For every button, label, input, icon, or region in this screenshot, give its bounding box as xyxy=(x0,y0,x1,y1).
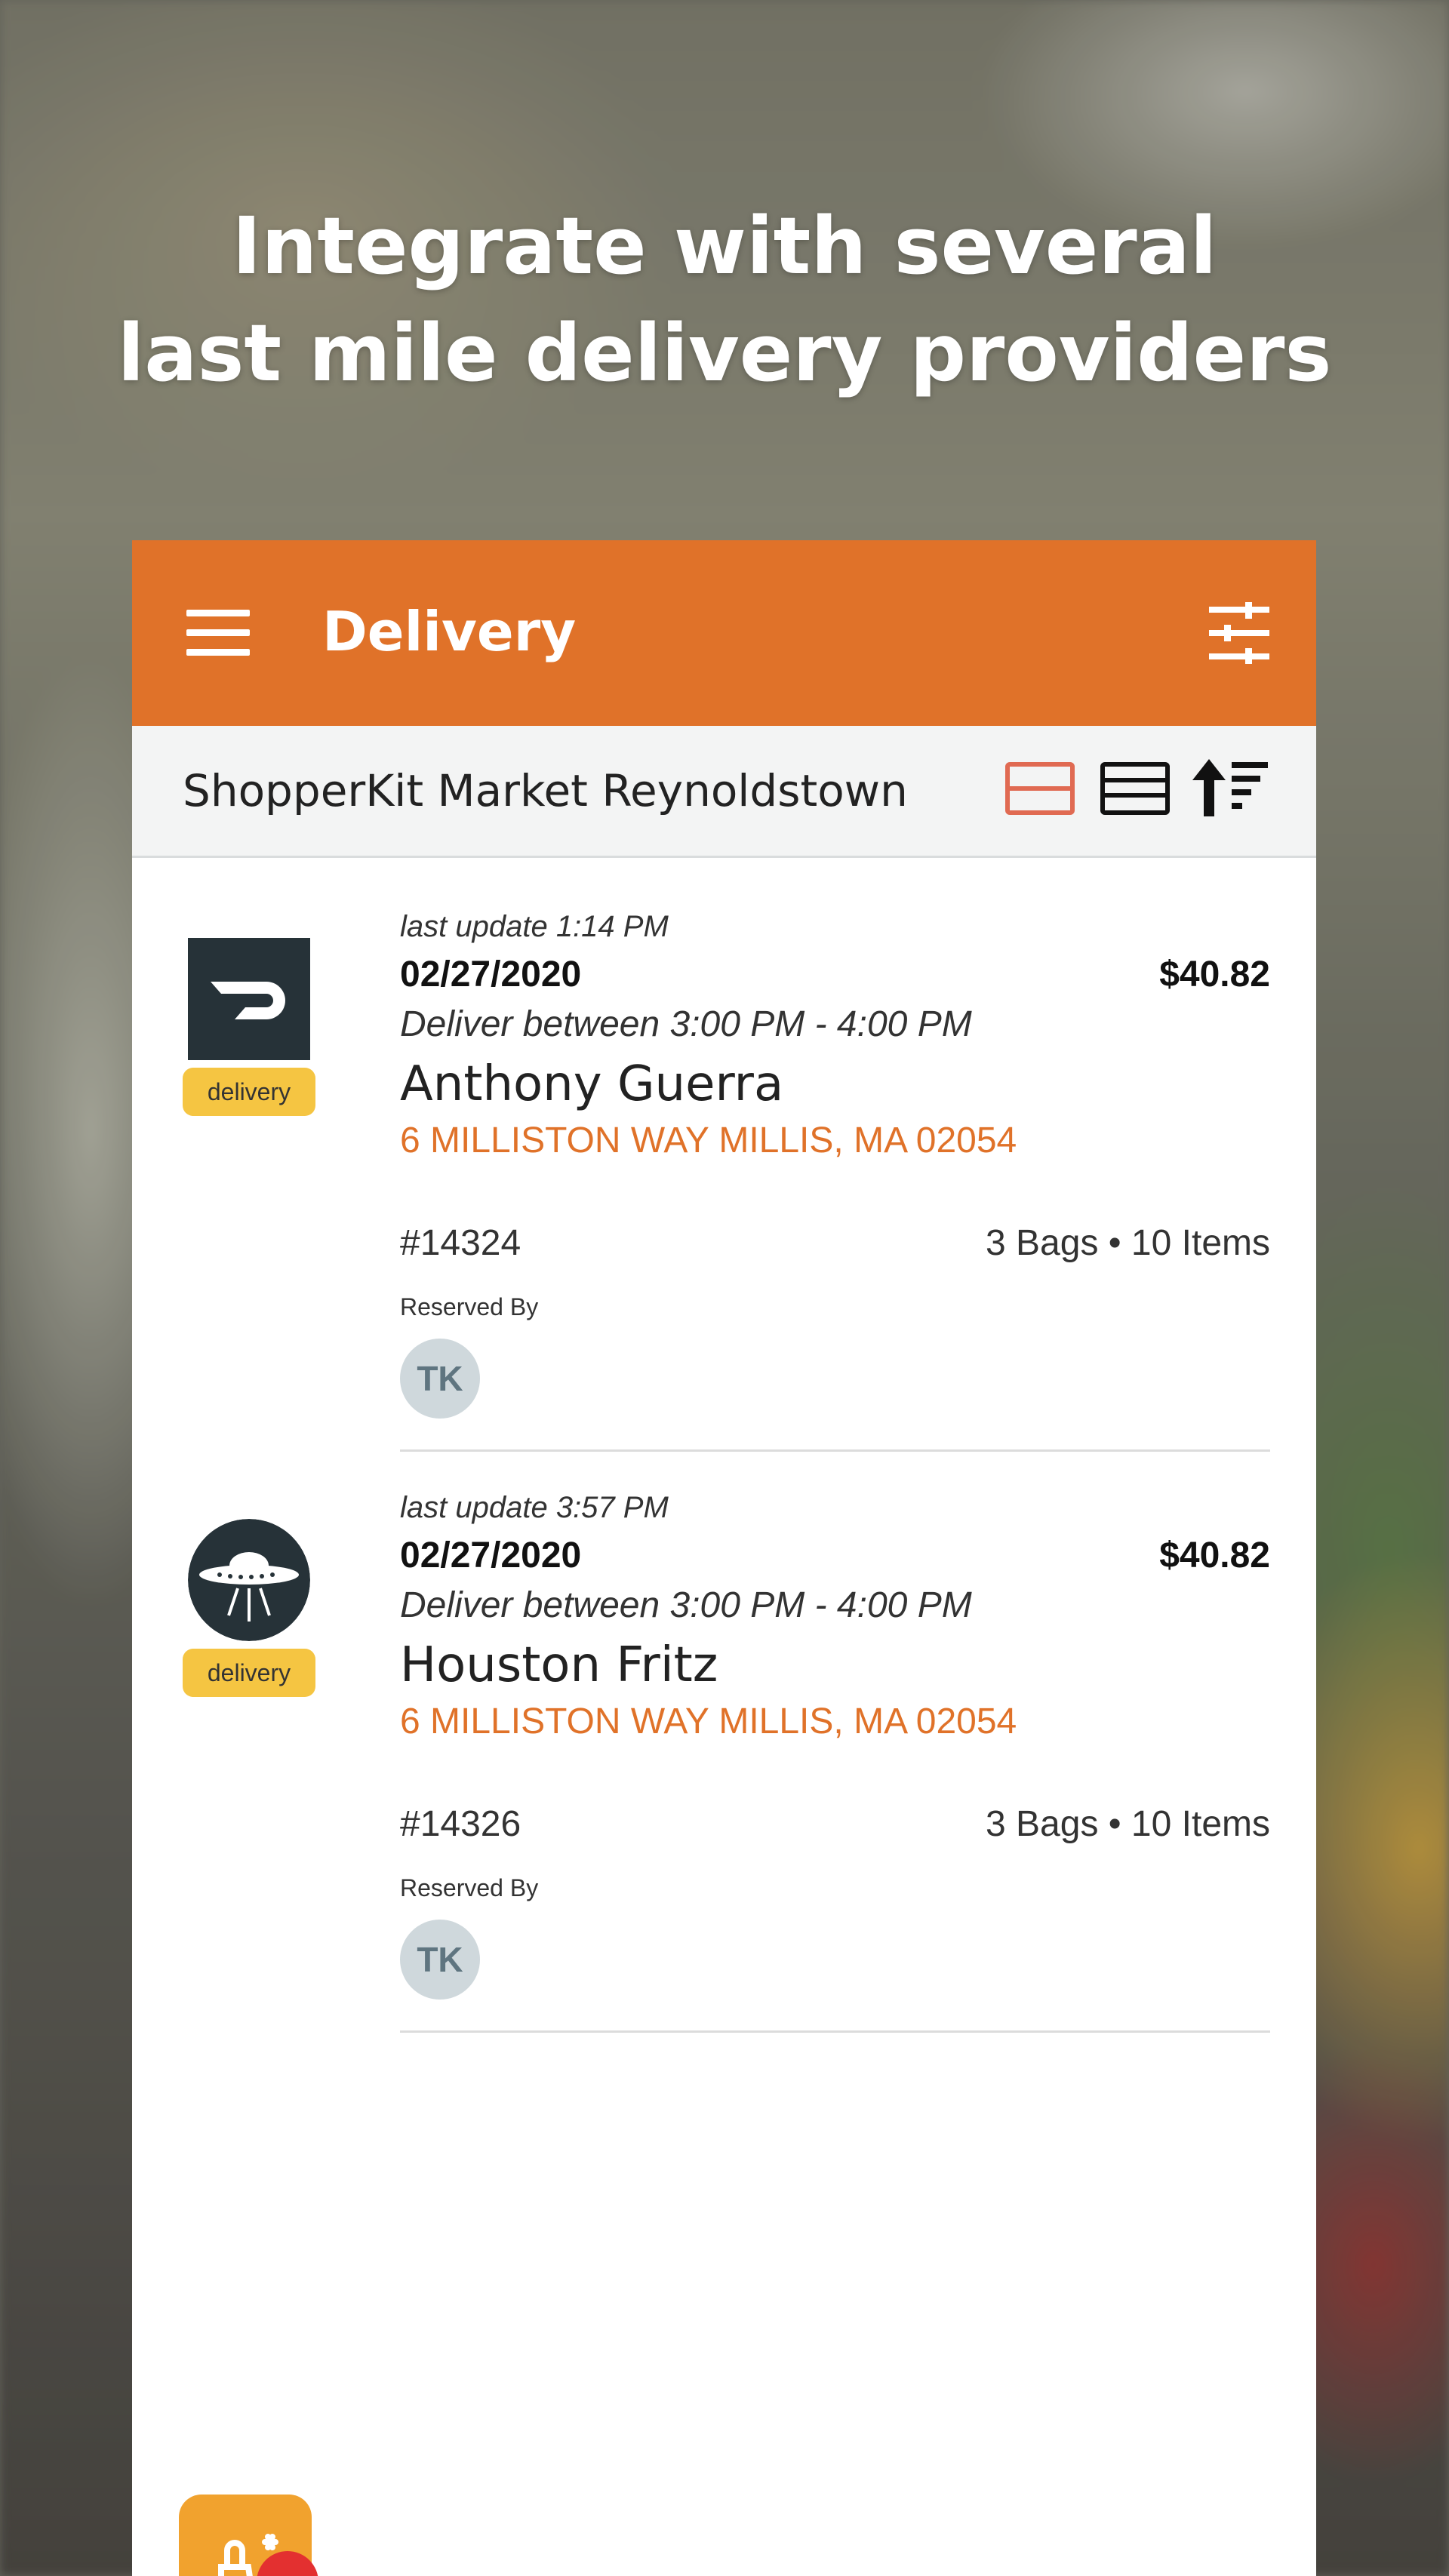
order-price: $40.82 xyxy=(1159,954,1270,994)
delivery-tag: delivery xyxy=(183,1068,315,1116)
delivery-tag: delivery xyxy=(183,1649,315,1697)
order-number: #14324 xyxy=(400,1223,521,1263)
ufo-logo-icon xyxy=(188,1519,310,1641)
customer-address[interactable]: 6 MILLISTON WAY MILLIS, MA 02054 xyxy=(400,1701,1017,1742)
order-card[interactable]: delivery last update 3:57 PM 02/27/2020 … xyxy=(132,1437,1316,2033)
store-bar: ShopperKit Market Reynoldstown xyxy=(132,726,1316,858)
hamburger-menu-icon[interactable] xyxy=(186,610,250,656)
headline: Integrate with several last mile deliver… xyxy=(0,192,1449,407)
reserved-by-label: Reserved By xyxy=(400,1874,539,1901)
list-view-icon[interactable] xyxy=(1100,762,1170,815)
app-screen: Delivery ShopperKit Market Reynoldstown xyxy=(132,540,1316,2576)
avatar[interactable]: TK xyxy=(400,1339,480,1419)
store-name[interactable]: ShopperKit Market Reynoldstown xyxy=(183,765,908,816)
order-date: 02/27/2020 xyxy=(400,954,582,994)
last-update: last update 3:57 PM xyxy=(400,1491,669,1524)
divider xyxy=(400,2030,1270,2033)
reserved-by-label: Reserved By xyxy=(400,1293,539,1320)
bags-items-count: 3 Bags • 10 Items xyxy=(986,1804,1270,1844)
headline-line-2: last mile delivery providers xyxy=(117,307,1332,399)
order-date: 02/27/2020 xyxy=(400,1535,582,1575)
order-price: $40.82 xyxy=(1159,1535,1270,1575)
avatar[interactable]: TK xyxy=(400,1920,480,2000)
headline-line-1: Integrate with several xyxy=(232,200,1217,292)
page-title: Delivery xyxy=(322,600,577,663)
order-card[interactable]: delivery last update 1:14 PM 02/27/2020 … xyxy=(132,856,1316,1452)
sliders-filter-icon[interactable] xyxy=(1209,602,1269,664)
delivery-window: Deliver between 3:00 PM - 4:00 PM xyxy=(400,1585,972,1625)
order-number: #14326 xyxy=(400,1804,521,1844)
last-update: last update 1:14 PM xyxy=(400,910,669,943)
doordash-logo-icon xyxy=(188,938,310,1060)
sort-icon[interactable] xyxy=(1192,759,1268,816)
customer-name: Houston Fritz xyxy=(400,1637,718,1693)
bags-items-count: 3 Bags • 10 Items xyxy=(986,1223,1270,1263)
delivery-window: Deliver between 3:00 PM - 4:00 PM xyxy=(400,1004,972,1044)
customer-name: Anthony Guerra xyxy=(400,1056,784,1112)
card-view-icon[interactable] xyxy=(1005,762,1075,815)
app-bar: Delivery xyxy=(132,540,1316,726)
customer-address[interactable]: 6 MILLISTON WAY MILLIS, MA 02054 xyxy=(400,1120,1017,1161)
